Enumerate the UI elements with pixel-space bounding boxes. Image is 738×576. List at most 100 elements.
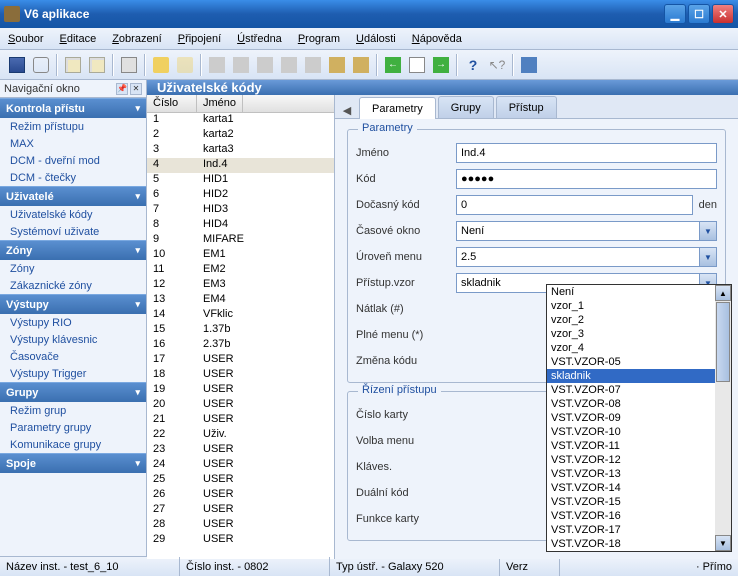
- list-row[interactable]: 18USER: [147, 368, 334, 383]
- tab-grupy[interactable]: Grupy: [438, 96, 494, 118]
- nav-section-header[interactable]: Spoje▾: [0, 453, 146, 473]
- list-row[interactable]: 27USER: [147, 503, 334, 518]
- nav-item[interactable]: Režim grup: [0, 402, 146, 419]
- menu-ustredna[interactable]: Ústředna: [237, 33, 282, 45]
- dropdown-option[interactable]: VST.VZOR-14: [547, 481, 731, 495]
- tool2-icon[interactable]: [230, 54, 252, 76]
- list-icon[interactable]: [406, 54, 428, 76]
- list-row[interactable]: 8HID4: [147, 218, 334, 233]
- list-row[interactable]: 26USER: [147, 488, 334, 503]
- nav-section-header[interactable]: Zóny▾: [0, 240, 146, 260]
- help-icon[interactable]: ?: [462, 54, 484, 76]
- list-row[interactable]: 3karta3: [147, 143, 334, 158]
- list-row[interactable]: 5HID1: [147, 173, 334, 188]
- list-row[interactable]: 19USER: [147, 383, 334, 398]
- dropdown-option[interactable]: vzor_1: [547, 299, 731, 313]
- menu-soubor[interactable]: Soubor: [8, 33, 43, 45]
- phone2-icon[interactable]: [174, 54, 196, 76]
- tab-pristup[interactable]: Přístup: [496, 96, 557, 118]
- exit-icon[interactable]: [518, 54, 540, 76]
- minimize-button[interactable]: ▁: [664, 4, 686, 24]
- nav-section-header[interactable]: Výstupy▾: [0, 294, 146, 314]
- dropdown-option[interactable]: VST.VZOR-09: [547, 411, 731, 425]
- nav-item[interactable]: Parametry grupy: [0, 419, 146, 436]
- nav-close-icon[interactable]: ✕: [130, 83, 142, 95]
- scroll-up-icon[interactable]: ▲: [715, 285, 731, 301]
- dropdown-option[interactable]: Není: [547, 285, 731, 299]
- tool4-icon[interactable]: [278, 54, 300, 76]
- copy-icon[interactable]: [62, 54, 84, 76]
- dropdown-option[interactable]: vzor_2: [547, 313, 731, 327]
- maximize-button[interactable]: ☐: [688, 4, 710, 24]
- dropdown-option[interactable]: VST.VZOR-10: [547, 425, 731, 439]
- list-row[interactable]: 4Ind.4: [147, 158, 334, 173]
- pin-icon[interactable]: 📌: [116, 83, 128, 95]
- list-row[interactable]: 10EM1: [147, 248, 334, 263]
- list-row[interactable]: 162.37b: [147, 338, 334, 353]
- dropdown-option[interactable]: VST.VZOR-07: [547, 383, 731, 397]
- jmeno-input[interactable]: [456, 143, 717, 163]
- menu-editace[interactable]: Editace: [59, 33, 96, 45]
- dropdown-scrollbar[interactable]: ▲ ▼: [715, 285, 731, 551]
- save-icon[interactable]: [6, 54, 28, 76]
- dropdown-option[interactable]: VST.VZOR-05: [547, 355, 731, 369]
- dropdown-option[interactable]: VST.VZOR-08: [547, 397, 731, 411]
- scroll-thumb[interactable]: [716, 302, 730, 382]
- list-row[interactable]: 23USER: [147, 443, 334, 458]
- col-cislo[interactable]: Číslo: [147, 95, 197, 112]
- menu-pripojeni[interactable]: Připojení: [178, 33, 221, 45]
- casove-dropdown-icon[interactable]: ▼: [699, 221, 717, 241]
- nav-section-header[interactable]: Kontrola přístu▾: [0, 98, 146, 118]
- uroven-dropdown-icon[interactable]: ▼: [699, 247, 717, 267]
- nav-item[interactable]: Časovače: [0, 348, 146, 365]
- nav-item[interactable]: DCM - dveřní mod: [0, 152, 146, 169]
- list-row[interactable]: 12EM3: [147, 278, 334, 293]
- menu-napoveda[interactable]: Nápověda: [412, 33, 462, 45]
- nav-item[interactable]: Zákaznické zóny: [0, 277, 146, 294]
- list-row[interactable]: 6HID2: [147, 188, 334, 203]
- menu-udalosti[interactable]: Události: [356, 33, 396, 45]
- list-row[interactable]: 11EM2: [147, 263, 334, 278]
- nav-item[interactable]: Výstupy RIO: [0, 314, 146, 331]
- close-button[interactable]: ✕: [712, 4, 734, 24]
- list-row[interactable]: 14VFklic: [147, 308, 334, 323]
- print-icon[interactable]: [118, 54, 140, 76]
- list-row[interactable]: 17USER: [147, 353, 334, 368]
- dropdown-option[interactable]: VST.VZOR-18: [547, 537, 731, 551]
- menu-program[interactable]: Program: [298, 33, 340, 45]
- dropdown-option[interactable]: skladnik: [547, 369, 731, 383]
- dropdown-option[interactable]: VST.VZOR-16: [547, 509, 731, 523]
- nav-item[interactable]: Systémoví uživate: [0, 223, 146, 240]
- nav-item[interactable]: Režim přístupu: [0, 118, 146, 135]
- whatsthis-icon[interactable]: ↖?: [486, 54, 508, 76]
- tool3-icon[interactable]: [254, 54, 276, 76]
- nav-item[interactable]: Komunikace grupy: [0, 436, 146, 453]
- nav-section-header[interactable]: Grupy▾: [0, 382, 146, 402]
- list-row[interactable]: 22Uživ.: [147, 428, 334, 443]
- nav-item[interactable]: DCM - čtečky: [0, 169, 146, 186]
- nav-item[interactable]: Zóny: [0, 260, 146, 277]
- dropdown-option[interactable]: VST.VZOR-11: [547, 439, 731, 453]
- list-row[interactable]: 25USER: [147, 473, 334, 488]
- attach-icon[interactable]: [30, 54, 52, 76]
- uroven-input[interactable]: [456, 247, 699, 267]
- tool6-icon[interactable]: [326, 54, 348, 76]
- list-row[interactable]: 29USER: [147, 533, 334, 548]
- nav-item[interactable]: MAX: [0, 135, 146, 152]
- list-row[interactable]: 21USER: [147, 413, 334, 428]
- nav-item[interactable]: Výstupy klávesnic: [0, 331, 146, 348]
- dropdown-option[interactable]: VST.VZOR-15: [547, 495, 731, 509]
- kod-input[interactable]: [456, 169, 717, 189]
- menu-zobrazeni[interactable]: Zobrazení: [112, 33, 162, 45]
- list-row[interactable]: 1karta1: [147, 113, 334, 128]
- list-row[interactable]: 20USER: [147, 398, 334, 413]
- dropdown-option[interactable]: VST.VZOR-13: [547, 467, 731, 481]
- list-row[interactable]: 24USER: [147, 458, 334, 473]
- tool1-icon[interactable]: [206, 54, 228, 76]
- col-jmeno[interactable]: Jméno: [197, 95, 243, 112]
- pristup-dropdown-list[interactable]: Nenívzor_1vzor_2vzor_3vzor_4VST.VZOR-05s…: [546, 284, 732, 552]
- scroll-down-icon[interactable]: ▼: [715, 535, 731, 551]
- casove-input[interactable]: [456, 221, 699, 241]
- dropdown-option[interactable]: VST.VZOR-17: [547, 523, 731, 537]
- dropdown-option[interactable]: vzor_3: [547, 327, 731, 341]
